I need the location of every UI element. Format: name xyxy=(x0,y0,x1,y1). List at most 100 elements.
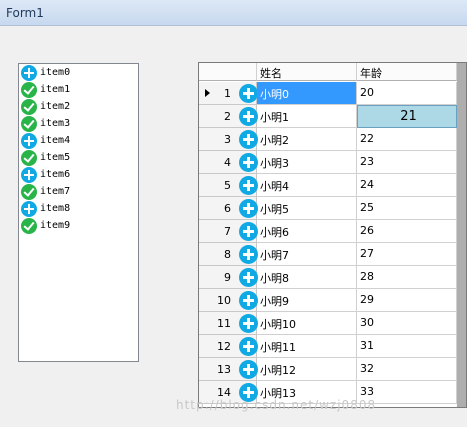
name-cell[interactable]: 小明3 xyxy=(257,151,357,174)
add-icon[interactable] xyxy=(239,222,258,241)
list-item[interactable]: item0 xyxy=(21,65,133,81)
list-item[interactable]: item4 xyxy=(21,133,133,149)
add-icon[interactable] xyxy=(239,176,258,195)
row-header[interactable]: 9 xyxy=(199,266,258,289)
name-cell[interactable]: 小明9 xyxy=(257,289,357,312)
name-cell[interactable]: 小明0 xyxy=(257,82,357,105)
age-cell[interactable]: 27 xyxy=(357,243,457,266)
row-header[interactable]: 13 xyxy=(199,358,258,381)
row-header[interactable]: 8 xyxy=(199,243,258,266)
row-header[interactable]: 7 xyxy=(199,220,258,243)
age-cell[interactable]: 24 xyxy=(357,174,457,197)
list-item-label: item3 xyxy=(40,118,71,129)
add-icon[interactable] xyxy=(239,84,258,103)
table-row[interactable]: 11 小明10 30 xyxy=(199,312,457,335)
age-cell[interactable]: 30 xyxy=(357,312,457,335)
name-cell[interactable]: 小明2 xyxy=(257,128,357,151)
list-item[interactable]: item2 xyxy=(21,99,133,115)
list-item[interactable]: item1 xyxy=(21,82,133,98)
list-item[interactable]: item3 xyxy=(21,116,133,132)
row-header[interactable]: 6 xyxy=(199,197,258,220)
list-item[interactable]: item9 xyxy=(21,218,133,234)
table-row[interactable]: 6 小明5 25 xyxy=(199,197,457,220)
list-item[interactable]: item8 xyxy=(21,201,133,217)
add-icon[interactable] xyxy=(239,337,258,356)
list-item[interactable]: item5 xyxy=(21,150,133,166)
age-cell[interactable]: 22 xyxy=(357,128,457,151)
table-row[interactable]: 3 小明2 22 xyxy=(199,128,457,151)
row-header[interactable]: 3 xyxy=(199,128,258,151)
data-grid[interactable]: 姓名 年龄 1 小明0 20 2 小明1 21 3 小明2 22 4 小明3 23 5 小明4 24 6 小明5… xyxy=(198,62,467,408)
list-item-label: item7 xyxy=(40,186,71,197)
current-row-arrow-icon xyxy=(205,89,210,97)
table-row[interactable]: 12 小明11 31 xyxy=(199,335,457,358)
column-header-name[interactable]: 姓名 xyxy=(257,63,357,81)
table-row[interactable]: 8 小明7 27 xyxy=(199,243,457,266)
row-number: 6 xyxy=(224,202,231,215)
table-row[interactable]: 9 小明8 28 xyxy=(199,266,457,289)
table-row[interactable]: 7 小明6 26 xyxy=(199,220,457,243)
add-icon xyxy=(21,201,37,217)
name-cell[interactable]: 小明5 xyxy=(257,197,357,220)
age-cell[interactable]: 29 xyxy=(357,289,457,312)
row-header[interactable]: 11 xyxy=(199,312,258,335)
name-cell[interactable]: 小明8 xyxy=(257,266,357,289)
check-icon xyxy=(21,184,37,200)
add-icon[interactable] xyxy=(239,314,258,333)
name-cell[interactable]: 小明7 xyxy=(257,243,357,266)
row-number: 9 xyxy=(224,271,231,284)
table-row[interactable]: 2 小明1 21 xyxy=(199,105,457,128)
row-header[interactable]: 2 xyxy=(199,105,258,128)
name-cell[interactable]: 小明12 xyxy=(257,358,357,381)
name-cell[interactable]: 小明11 xyxy=(257,335,357,358)
name-cell[interactable]: 小明1 xyxy=(257,105,357,128)
age-cell[interactable]: 25 xyxy=(357,197,457,220)
add-icon[interactable] xyxy=(239,153,258,172)
table-row[interactable]: 10 小明9 29 xyxy=(199,289,457,312)
age-edit-cell[interactable]: 21 xyxy=(357,105,457,128)
name-cell[interactable]: 小明4 xyxy=(257,174,357,197)
watermark: http://blog.csdn.net/wzj0808 xyxy=(176,398,377,412)
list-item[interactable]: item6 xyxy=(21,167,133,183)
list-item-label: item2 xyxy=(40,101,71,112)
age-cell[interactable]: 32 xyxy=(357,358,457,381)
add-icon xyxy=(21,133,37,149)
name-cell[interactable]: 小明6 xyxy=(257,220,357,243)
row-number: 5 xyxy=(224,179,231,192)
list-item-label: item1 xyxy=(40,84,71,95)
row-header[interactable]: 5 xyxy=(199,174,258,197)
row-number: 3 xyxy=(224,133,231,146)
add-icon[interactable] xyxy=(239,268,258,287)
add-icon[interactable] xyxy=(239,130,258,149)
row-header[interactable]: 12 xyxy=(199,335,258,358)
column-header-name-label: 姓名 xyxy=(260,67,282,80)
age-cell[interactable]: 20 xyxy=(357,82,457,105)
list-item-label: item8 xyxy=(40,203,71,214)
row-number: 12 xyxy=(217,340,231,353)
list-item[interactable]: item7 xyxy=(21,184,133,200)
column-header-age[interactable]: 年龄 xyxy=(357,63,457,81)
vertical-scrollbar[interactable] xyxy=(457,63,466,407)
item-listbox[interactable]: item0 item1 item2 item3 item4 item5 item6 item7… xyxy=(18,63,139,362)
table-row[interactable]: 1 小明0 20 xyxy=(199,82,457,105)
row-header[interactable]: 1 xyxy=(199,82,258,105)
row-header[interactable]: 10 xyxy=(199,289,258,312)
row-header[interactable]: 4 xyxy=(199,151,258,174)
add-icon[interactable] xyxy=(239,291,258,310)
add-icon[interactable] xyxy=(239,245,258,264)
table-row[interactable]: 5 小明4 24 xyxy=(199,174,457,197)
list-item-label: item4 xyxy=(40,135,71,146)
add-icon[interactable] xyxy=(239,199,258,218)
age-cell[interactable]: 31 xyxy=(357,335,457,358)
table-row[interactable]: 4 小明3 23 xyxy=(199,151,457,174)
age-cell[interactable]: 26 xyxy=(357,220,457,243)
table-row[interactable]: 13 小明12 32 xyxy=(199,358,457,381)
name-cell[interactable]: 小明10 xyxy=(257,312,357,335)
add-icon[interactable] xyxy=(239,360,258,379)
add-icon[interactable] xyxy=(239,107,258,126)
list-item-label: item5 xyxy=(40,152,71,163)
age-cell[interactable]: 23 xyxy=(357,151,457,174)
grid-corner-header[interactable] xyxy=(199,63,257,81)
age-cell[interactable]: 28 xyxy=(357,266,457,289)
check-icon xyxy=(21,116,37,132)
